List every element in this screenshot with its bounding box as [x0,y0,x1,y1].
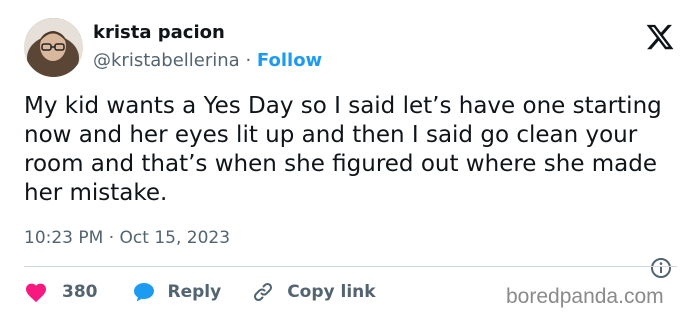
avatar-image [24,18,83,77]
like-button[interactable]: 380 [24,281,132,303]
info-icon[interactable] [650,257,672,279]
copy-link-button[interactable]: Copy link [251,280,376,304]
author-name[interactable]: krista pacion [93,21,225,45]
tweet-date[interactable]: Oct 15, 2023 [120,228,231,248]
reply-label: Reply [167,282,222,302]
heart-icon [26,283,46,302]
handle-row: @kristabellerina · Follow [93,49,322,73]
follow-button[interactable]: Follow [257,50,322,71]
action-bar: 380 Reply Copy link [24,278,376,306]
link-icon [254,282,273,302]
tweet-text: My kid wants a Yes Day so I said let’s h… [24,93,662,206]
reply-button[interactable]: Reply [132,281,252,303]
author-handle[interactable]: @kristabellerina [93,50,240,71]
handle-separator: · [245,50,252,71]
copy-link-label: Copy link [287,282,376,302]
watermark: boredpanda.com [506,285,664,308]
avatar[interactable] [24,18,83,77]
tweet-time[interactable]: 10:23 PM [24,228,103,248]
speech-bubble-icon [133,283,154,302]
divider [24,266,677,267]
meta-separator: · [108,228,115,248]
x-logo-icon[interactable] [645,22,675,52]
like-count: 380 [62,282,98,302]
tweet-meta: 10:23 PM · Oct 15, 2023 [24,227,230,249]
